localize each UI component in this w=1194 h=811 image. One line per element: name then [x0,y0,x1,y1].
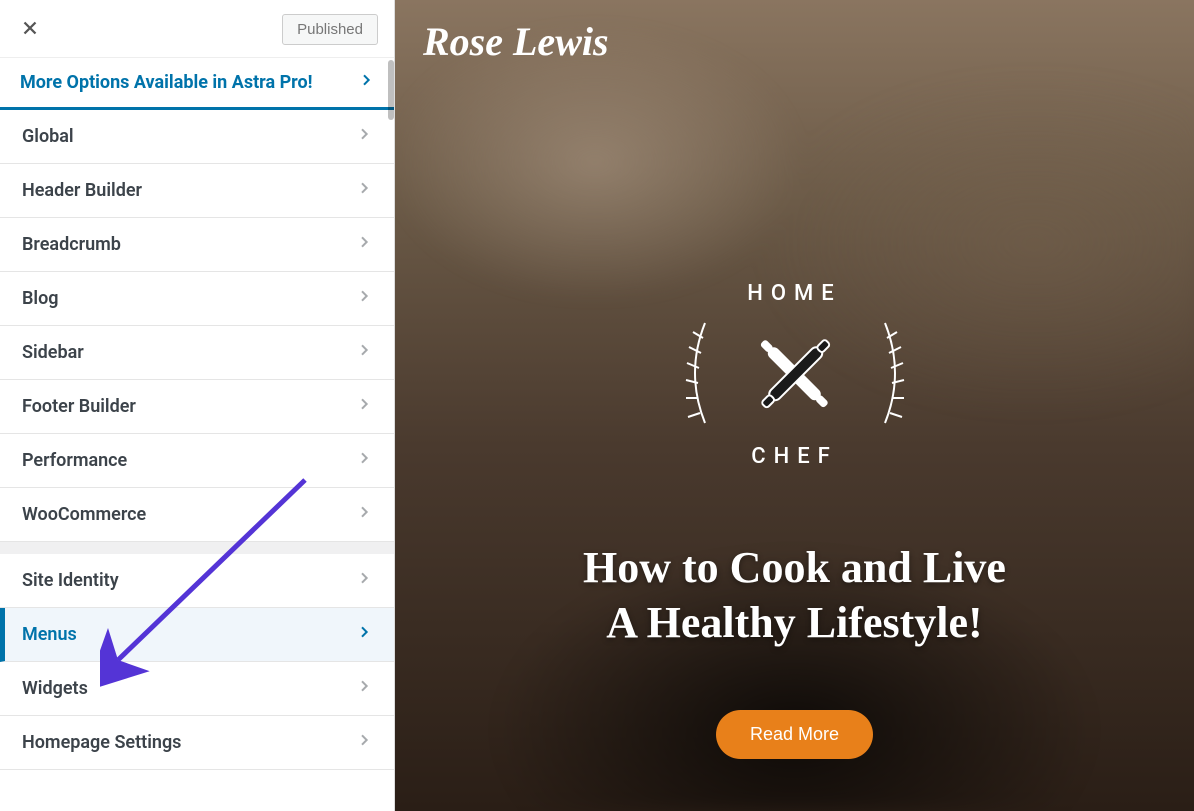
menu-item-blog[interactable]: Blog [0,272,394,326]
menu-item-woocommerce[interactable]: WooCommerce [0,488,394,542]
read-more-button[interactable]: Read More [716,710,873,759]
site-brand: Rose Lewis [423,18,609,65]
menu-item-homepage-settings[interactable]: Homepage Settings [0,716,394,770]
menu-item-label: Widgets [22,678,88,699]
close-button[interactable] [16,16,44,44]
chevron-right-icon [356,450,372,471]
menu-item-sidebar[interactable]: Sidebar [0,326,394,380]
menu-item-label: Blog [22,288,59,309]
menu-item-label: Sidebar [22,342,84,363]
menu-item-label: Homepage Settings [22,732,181,753]
chevron-right-icon [356,180,372,201]
menu-item-global[interactable]: Global [0,110,394,164]
menu-item-widgets[interactable]: Widgets [0,662,394,716]
badge-top-text: HOME [747,281,841,306]
sidebar-header: Published [0,0,394,58]
menu-item-label: Breadcrumb [22,234,121,255]
badge-bottom-text: CHEF [751,444,838,469]
hero-line-1: How to Cook and Live [583,540,1006,595]
menu-item-performance[interactable]: Performance [0,434,394,488]
wheat-left-icon [675,313,715,437]
chevron-right-icon [356,396,372,417]
crossed-rolling-pins-icon [740,318,850,432]
promo-label: More Options Available in Astra Pro! [20,72,313,93]
wheat-right-icon [875,313,915,437]
chevron-right-icon [356,570,372,591]
chevron-right-icon [356,234,372,255]
chevron-right-icon [356,624,372,645]
hero-badge: HOME CHEF [685,265,905,485]
menu-item-footer-builder[interactable]: Footer Builder [0,380,394,434]
menu-item-site-identity[interactable]: Site Identity [0,542,394,608]
menu-item-label: WooCommerce [22,504,146,525]
menu-item-label: Header Builder [22,180,142,201]
chevron-right-icon [356,126,372,147]
menu-item-menus[interactable]: Menus [0,608,394,662]
site-preview: Rose Lewis HOME [395,0,1194,811]
publish-button[interactable]: Published [282,14,378,45]
hero-title: How to Cook and Live A Healthy Lifestyle… [583,540,1006,650]
chevron-right-icon [356,678,372,699]
scrollbar-thumb[interactable] [388,60,394,120]
menu-item-breadcrumb[interactable]: Breadcrumb [0,218,394,272]
promo-astra-pro[interactable]: More Options Available in Astra Pro! [0,58,394,110]
close-icon [19,17,41,43]
menu-item-label: Global [22,126,74,147]
chevron-right-icon [356,732,372,753]
menu-item-label: Performance [22,450,127,471]
menu-item-label: Menus [22,624,77,645]
menu-item-header-builder[interactable]: Header Builder [0,164,394,218]
chevron-right-icon [356,504,372,525]
customizer-menu-list: Global Header Builder Breadcrumb Blog Si… [0,110,394,770]
menu-item-label: Site Identity [22,570,119,591]
chevron-right-icon [356,288,372,309]
hero-line-2: A Healthy Lifestyle! [583,595,1006,650]
chevron-right-icon [358,72,374,93]
customizer-sidebar: Published More Options Available in Astr… [0,0,395,811]
menu-item-label: Footer Builder [22,396,136,417]
chevron-right-icon [356,342,372,363]
